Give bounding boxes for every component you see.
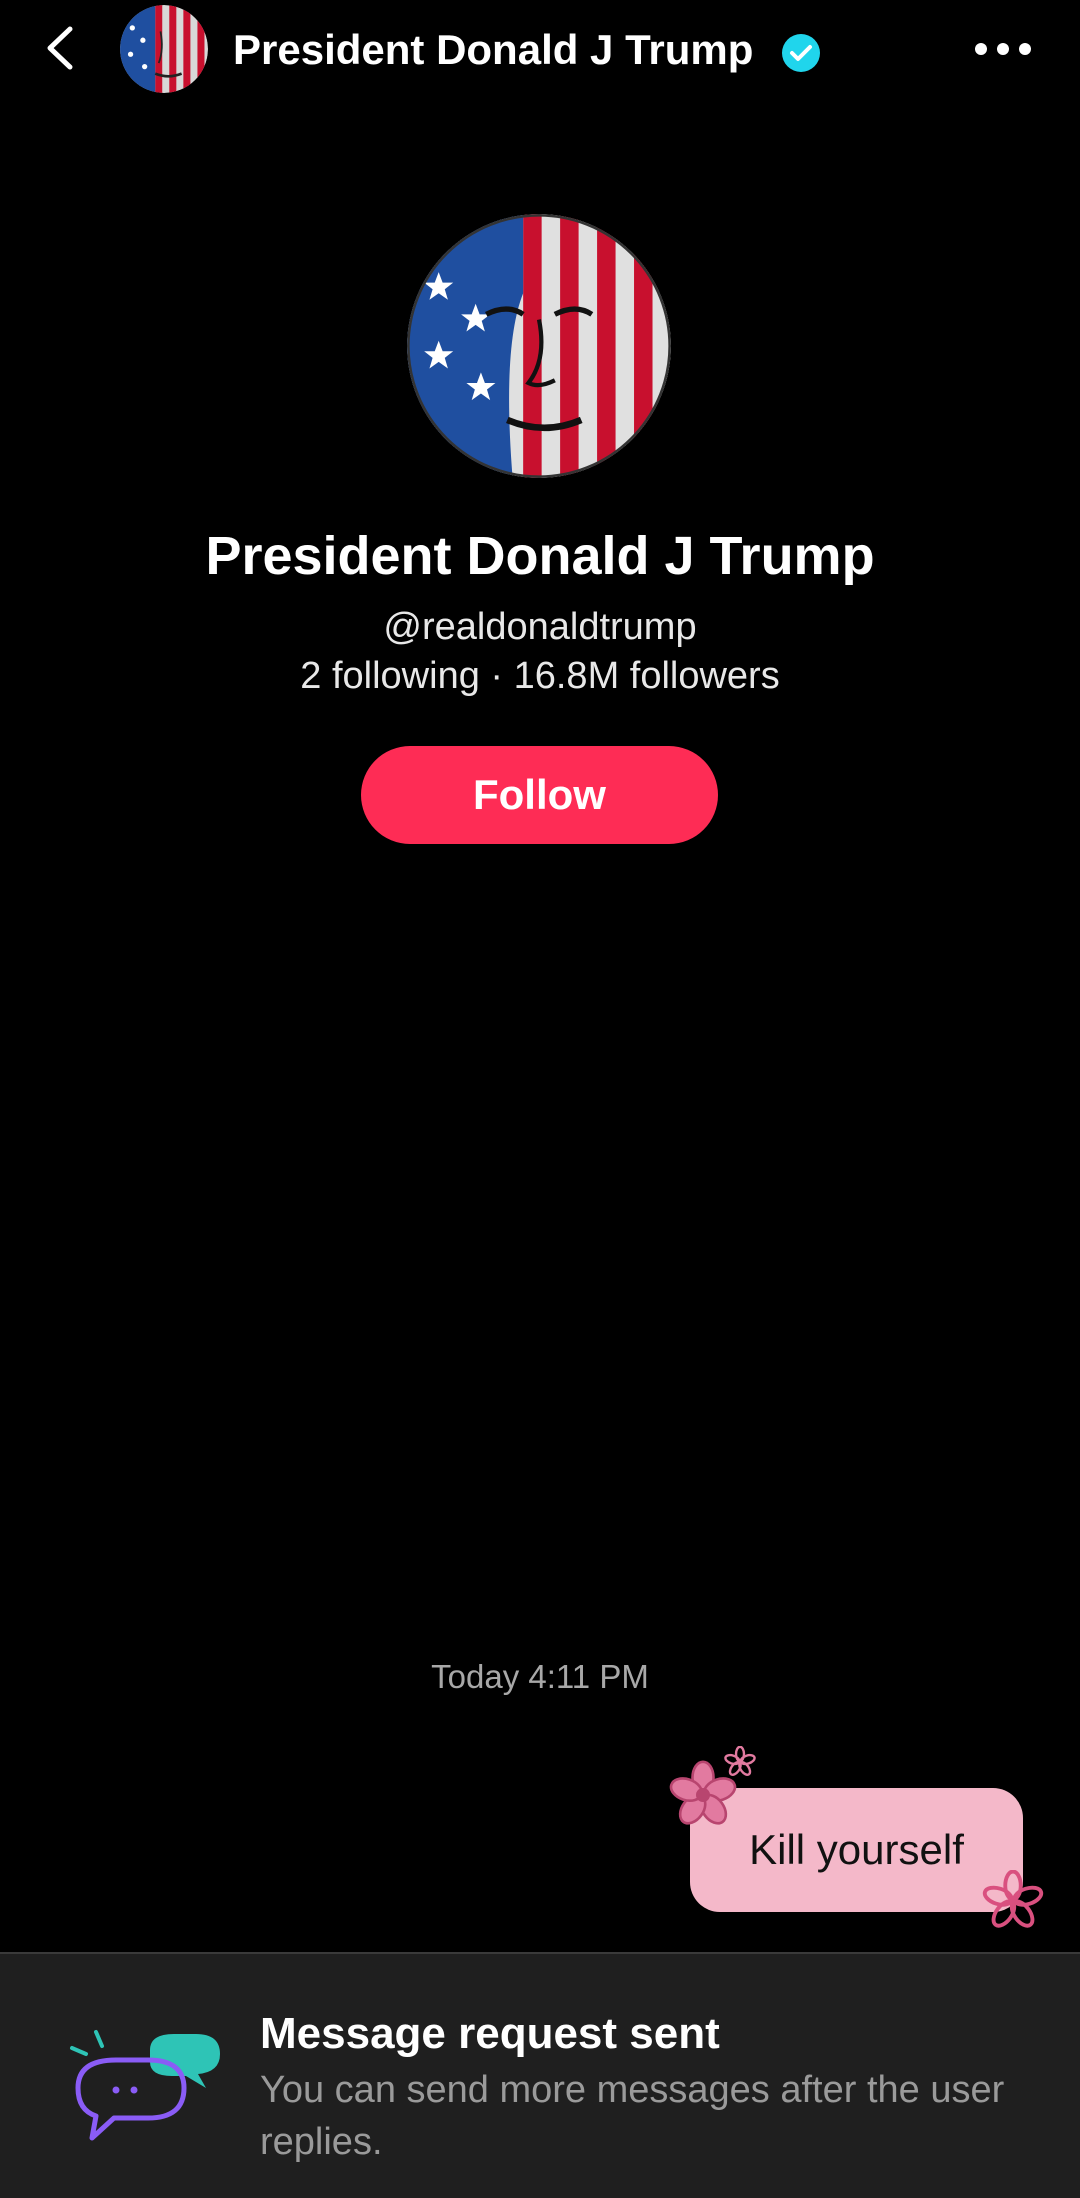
more-options-button[interactable] [968,24,1038,74]
chevron-left-icon [47,26,73,70]
message-timestamp: Today 4:11 PM [431,1658,649,1695]
header-avatar[interactable] [120,5,208,93]
profile-handle: @realdonaldtrump [383,606,697,648]
small-flower-sticker-icon [724,1746,756,1776]
message-text: Kill yourself [749,1826,964,1873]
top-bar: President Donald J Trump [0,0,1080,100]
header-name[interactable]: President Donald J Trump [233,22,753,78]
message-request-banner: Message request sent You can send more m… [0,1952,1080,2198]
profile-stats: 2 following · 16.8M followers [300,655,780,697]
banner-text: You can send more messages after the use… [260,2069,1005,2163]
message-bubble[interactable]: Kill yourself [690,1788,1023,1912]
follow-button[interactable]: Follow [361,746,718,844]
banner-title: Message request sent [260,2009,720,2058]
profile-name: President Donald J Trump [205,526,875,586]
profile-avatar[interactable] [407,214,671,478]
more-horizontal-icon [975,43,1031,55]
chat-bubbles-icon [70,2030,220,2141]
flower-sticker-icon [982,1870,1044,1928]
verified-check-icon [782,34,820,72]
message-bubble-group: Kill yourself [660,1740,1060,1940]
back-button[interactable] [30,18,90,78]
